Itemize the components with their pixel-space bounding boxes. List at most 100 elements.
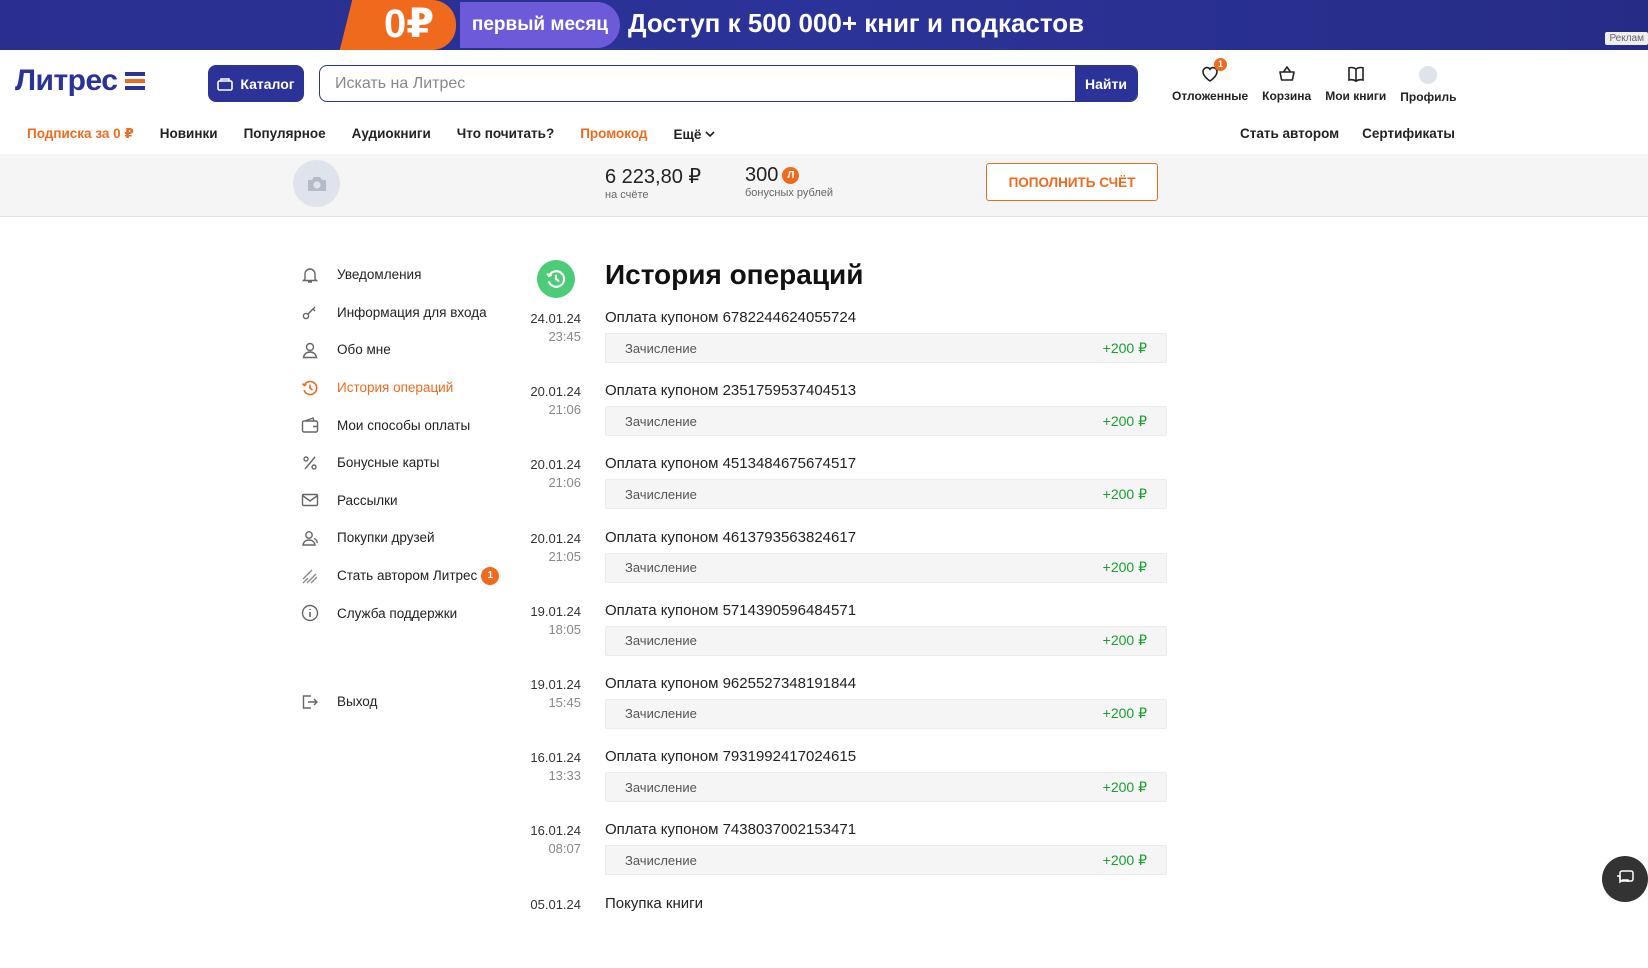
key-icon [300, 302, 320, 322]
menu-become-author[interactable]: Стать автором [1240, 126, 1339, 141]
search-input[interactable] [320, 66, 1075, 101]
catalog-button[interactable]: Каталог [208, 65, 304, 102]
menu-new[interactable]: Новинки [160, 126, 218, 142]
operation-amount: +200 ₽ [1102, 778, 1147, 795]
author-badge: 1 [481, 566, 500, 585]
operation-description: Оплата купоном 9625527348191844 [605, 674, 857, 692]
balance: 6 223,80 ₽ на счёте [605, 164, 701, 201]
users-icon [300, 528, 320, 548]
search-button[interactable]: Найти [1075, 66, 1137, 101]
operation-date: 05.01.24 [530, 896, 581, 912]
menu-popular[interactable]: Популярное [244, 126, 326, 142]
sidebar-item-label: История операций [337, 380, 454, 396]
sidebar-item-login-info[interactable]: Информация для входа [300, 294, 520, 332]
sidebar-item-about-me[interactable]: Обо мне [300, 331, 520, 369]
operation-type: Зачисление [625, 779, 697, 795]
operation-date: 19.01.24 [530, 603, 581, 619]
operation-time: 18:05 [548, 621, 581, 637]
menu-what-to-read[interactable]: Что почитать? [457, 126, 554, 142]
menu-more-label: Ещё [673, 126, 702, 142]
operation-amount: +200 ₽ [1102, 339, 1147, 356]
nav-cart[interactable]: Корзина [1262, 64, 1311, 104]
operation-time: 21:06 [548, 475, 581, 491]
sidebar-item-label: Покупки друзей [337, 530, 435, 546]
sidebar-item-friends-purchases[interactable]: Покупки друзей [300, 519, 520, 557]
chat-icon [1617, 870, 1634, 884]
account-avatar[interactable] [293, 160, 340, 207]
logo-text: Литрес [15, 64, 118, 97]
nav-saved[interactable]: 1 Отложенные [1172, 58, 1249, 104]
menu-certificates[interactable]: Сертификаты [1362, 126, 1455, 141]
operation-type: Зачисление [625, 633, 697, 649]
nav-profile[interactable]: Профиль [1400, 64, 1456, 104]
operations-list: 24.01.24 23:45 Оплата купоном 6782244624… [525, 309, 1167, 968]
operation-date: 24.01.24 [530, 311, 581, 326]
avatar [1419, 66, 1438, 84]
promo-banner[interactable]: 0₽ первый месяц Доступ к 500 000+ книг и… [0, 0, 1648, 50]
menu-more[interactable]: Ещё [674, 126, 716, 142]
sidebar-item-exit[interactable]: Выход [300, 683, 377, 721]
operation-item: 05.01.24 Покупка книги [525, 895, 1167, 968]
percent-icon [300, 453, 320, 473]
sidebar-item-history[interactable]: История операций [300, 369, 520, 407]
balance-label: на счёте [605, 189, 649, 201]
operation-description: Оплата купоном 4513484675674517 [605, 455, 857, 473]
sidebar-item-label: Служба поддержки [337, 605, 458, 621]
basket-icon [1278, 66, 1295, 81]
operation-type: Зачисление [625, 413, 697, 429]
operation-type: Зачисление [625, 852, 697, 868]
sidebar-item-label: Стать автором Литрес [337, 568, 478, 584]
topup-button[interactable]: ПОПОЛНИТЬ СЧЁТ [986, 163, 1158, 201]
menu-subscription[interactable]: Подписка за 0 ₽ [27, 126, 134, 142]
main-menu: Подписка за 0 ₽ Новинки Популярное Аудио… [27, 126, 715, 142]
sidebar-item-mailing[interactable]: Рассылки [300, 482, 520, 520]
sidebar-item-label: Рассылки [337, 492, 398, 508]
operation-time: 23:45 [548, 329, 581, 344]
operation-description: Оплата купоном 2351759537404513 [605, 382, 857, 400]
logo[interactable]: Литрес [15, 64, 146, 98]
profile-sidebar: Уведомления Информация для входа Обо мне… [300, 256, 520, 632]
operation-date: 20.01.24 [530, 457, 581, 473]
sidebar-item-bonus-cards[interactable]: Бонусные карты [300, 444, 520, 482]
history-icon [300, 378, 320, 398]
nav-my-books[interactable]: Мои книги [1325, 64, 1386, 104]
nav-my-books-label: Мои книги [1325, 89, 1387, 103]
operation-row[interactable]: Зачисление +200 ₽ [605, 552, 1167, 583]
operation-item: 16.01.24 13:33 Оплата купоном 7931992417… [525, 748, 1167, 821]
operation-row[interactable]: Зачисление +200 ₽ [605, 698, 1167, 729]
operation-row[interactable]: Зачисление +200 ₽ [605, 772, 1167, 803]
sidebar-item-notifications[interactable]: Уведомления [300, 256, 520, 294]
operation-row[interactable]: Зачисление +200 ₽ [605, 333, 1167, 363]
nav-cart-label: Корзина [1262, 89, 1312, 103]
chat-button[interactable] [1602, 856, 1648, 902]
user-icon [300, 340, 320, 360]
menu-promocode[interactable]: Промокод [580, 126, 647, 142]
operation-item: 19.01.24 15:45 Оплата купоном 9625527348… [525, 675, 1167, 748]
ad-label: Реклам [1605, 32, 1648, 45]
nav-saved-label: Отложенные [1172, 89, 1249, 103]
menu-audiobooks[interactable]: Аудиокниги [352, 126, 431, 142]
saved-badge: 1 [1214, 58, 1228, 71]
operation-amount: +200 ₽ [1102, 559, 1147, 576]
operation-type: Зачисление [625, 706, 697, 722]
operation-row[interactable]: Зачисление +200 ₽ [605, 406, 1167, 437]
operation-date: 16.01.24 [530, 823, 581, 839]
wallet-icon [300, 415, 320, 435]
mail-icon [300, 490, 320, 510]
operation-row[interactable]: Зачисление +200 ₽ [605, 479, 1167, 510]
operation-amount: +200 ₽ [1102, 851, 1147, 868]
operation-row[interactable]: Зачисление +200 ₽ [605, 625, 1167, 656]
page-title: История операций [605, 259, 864, 290]
sidebar-item-support[interactable]: Служба поддержки [300, 594, 520, 632]
operation-time: 08:07 [548, 841, 581, 857]
operation-row[interactable]: Зачисление +200 ₽ [605, 845, 1167, 876]
bell-icon [300, 265, 320, 285]
sidebar-exit-label: Выход [337, 694, 378, 710]
operation-amount: +200 ₽ [1102, 412, 1147, 429]
sidebar-item-become-author[interactable]: Стать автором Литрес 1 [300, 557, 520, 595]
sidebar-item-payment-methods[interactable]: Мои способы оплаты [300, 406, 520, 444]
balance-amount: 6 223,80 ₽ [605, 166, 702, 188]
operation-time: 15:45 [548, 694, 581, 710]
operation-item: 20.01.24 21:06 Оплата купоном 2351759537… [525, 382, 1167, 455]
history-circle-icon [537, 260, 575, 298]
